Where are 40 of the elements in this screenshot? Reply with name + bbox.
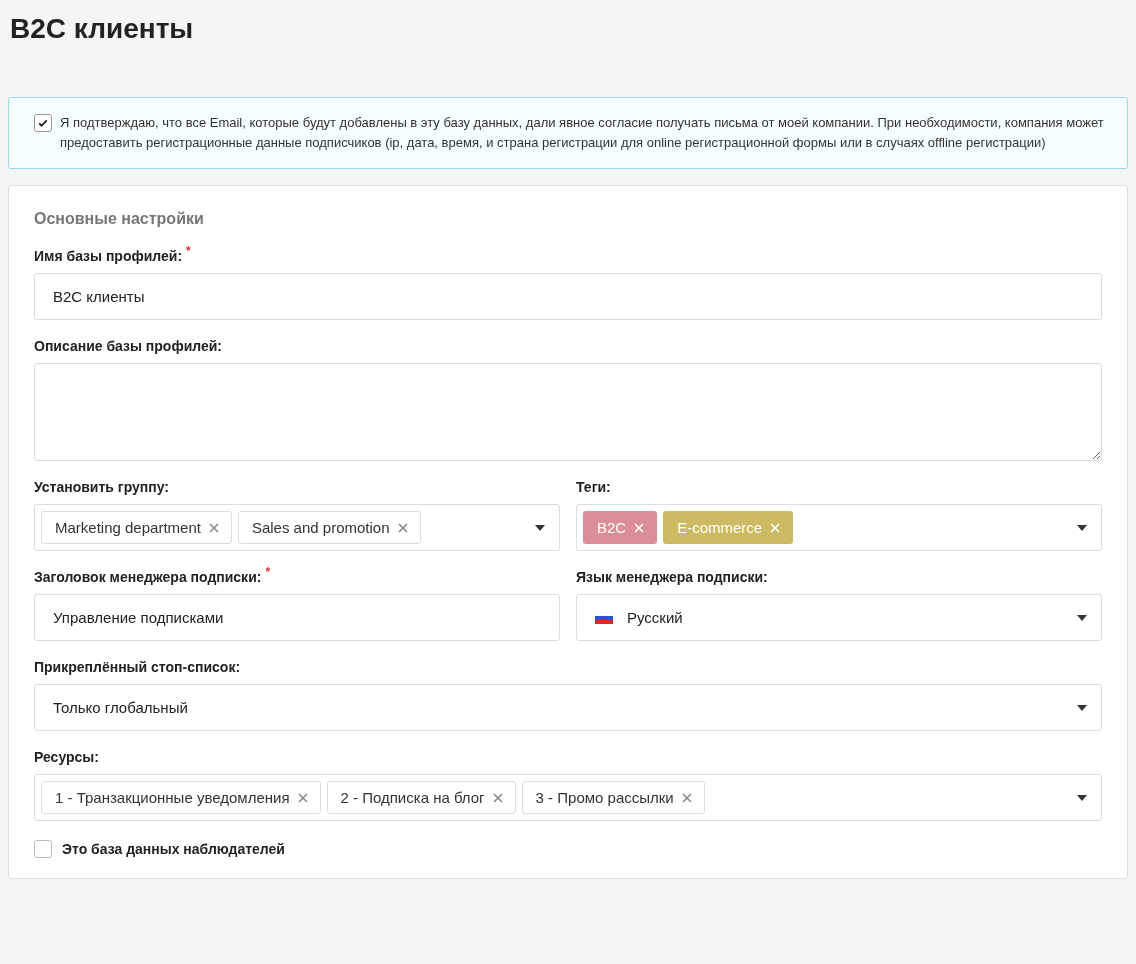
caret-icon <box>1077 524 1087 531</box>
field-label: Имя базы профилей: <box>34 248 183 264</box>
checkbox[interactable] <box>34 840 52 858</box>
remove-icon[interactable] <box>681 792 692 803</box>
field-label: Заголовок менеджера подписки: <box>34 569 262 585</box>
caret-icon <box>1077 794 1087 801</box>
tag-chip[interactable]: 1 - Транзакционные уведомления <box>41 781 321 814</box>
remove-icon[interactable] <box>208 522 219 533</box>
multiselect-field[interactable]: 1 - Транзакционные уведомления 2 - Подписка на блог 3 - Промо рассылки <box>34 774 1102 821</box>
tag-chip[interactable]: 3 - Промо рассылки <box>521 781 705 814</box>
page-title: B2C клиенты <box>9 12 195 46</box>
required-asterisk: * <box>265 565 271 581</box>
select-field[interactable]: Русский <box>576 594 1102 641</box>
field-label: Язык менеджера подписки: <box>576 569 768 585</box>
caret-icon <box>535 524 545 531</box>
checkbox-label: Это база данных наблюдателей <box>62 840 285 857</box>
remove-icon[interactable] <box>397 522 408 533</box>
field-label: Ресурсы: <box>34 749 99 765</box>
tag-chip[interactable]: Marketing department <box>41 511 232 544</box>
field-label: Описание базы профилей: <box>34 338 223 354</box>
caret-icon <box>1077 704 1087 711</box>
field-label: Установить группу: <box>34 479 169 495</box>
remove-icon[interactable] <box>297 792 308 803</box>
caret-icon <box>1077 614 1087 621</box>
text-field[interactable]: Управление подписками <box>34 594 560 641</box>
checkbox[interactable] <box>34 114 52 132</box>
text-field[interactable]: B2C клиенты <box>34 273 1102 320</box>
consent-text: Я подтверждаю, что все Email, которые будут добавлены в эту базу данных, дали явное согласие получать письма от моей компании. При необходимости, компания может предоставить регистрационные данные подписчиков (ip, дата, время, и страна регистрации для online регистрационной формы или в случаях offline регистрации) <box>60 114 1105 152</box>
tag-chip[interactable]: 2 - Подписка на блог <box>326 781 516 814</box>
tag-chip[interactable]: Sales and promotion <box>237 511 421 544</box>
flag-icon <box>595 611 613 624</box>
field-label: Прикреплённый стоп-список: <box>34 659 241 675</box>
select-field[interactable]: Только глобальный <box>34 684 1102 731</box>
description-field[interactable] <box>34 363 1102 461</box>
check-icon <box>37 117 49 129</box>
remove-icon[interactable] <box>492 792 503 803</box>
multiselect-field[interactable]: Marketing department Sales and promotion <box>34 504 560 551</box>
field-label: Теги: <box>576 479 611 495</box>
required-asterisk: * <box>186 244 191 260</box>
section-title: Основные настройки <box>34 210 205 228</box>
